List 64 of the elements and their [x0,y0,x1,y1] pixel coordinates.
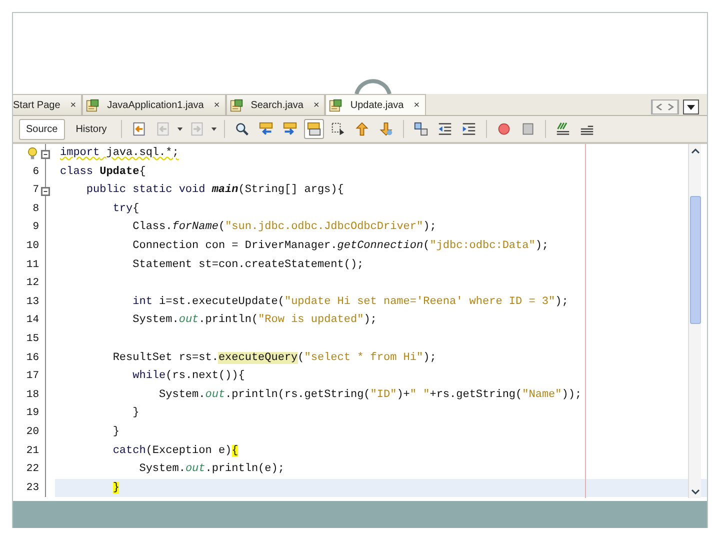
code-line: catch(Exception e){ [112,444,238,458]
code-line: while(rs.next()){ [132,369,245,384]
code-line: try{ [112,202,140,217]
line-number: 9 [32,220,39,236]
left-arrow-icon [258,122,273,136]
line-number: 23 [26,480,39,496]
indent-icon [462,122,476,136]
shapes-icon [414,122,428,136]
line-number: 19 [26,406,39,422]
stop-icon [520,122,535,136]
line-number: 8 [32,202,39,217]
line-number: 11 [26,258,39,273]
comment-icon [556,122,570,136]
code-line: } [132,406,140,422]
scrollbar[interactable] [688,144,701,498]
ring-drawing [354,79,392,94]
file-tab[interactable]: JavaApplication1.java × [82,94,226,115]
code-line: ResultSet rs=st.executeQuery("select * from Hi"); [112,350,436,366]
file-tab[interactable]: Update.java × [325,94,426,115]
close-icon[interactable]: × [68,98,78,112]
code-line: System.out.println(rs.getString("ID")+" "+rs.getString("Name")); [158,388,582,403]
line-number: 15 [26,332,39,347]
dropdown-icon [683,99,699,115]
view-tab[interactable]: Source [19,118,65,140]
down-arrow-icon [378,122,393,136]
outdent-icon [438,122,452,136]
window-icon [306,122,321,136]
view-tab[interactable]: History [68,118,114,140]
java-file-icon [86,98,100,112]
line-number: 12 [26,276,39,292]
file-tab[interactable]: Search.java × [226,94,326,115]
code-line: Class.forName("sun.jdbc.odbc.JdbcOdbcDriver"); [132,220,436,236]
java-file-icon [329,98,342,112]
code-line: System.out.println("Row is updated"); [132,313,377,328]
line-number: 20 [26,424,39,440]
close-icon[interactable]: × [312,98,322,112]
code-line: } [112,424,120,440]
record-icon [496,122,511,136]
line-number: 13 [26,294,39,310]
right-arrow-icon [282,122,297,136]
code-line: Statement st=con.createStatement(); [132,258,364,273]
selection-icon [330,122,345,136]
close-icon[interactable]: × [412,98,422,112]
line-number: 17 [26,369,39,384]
code-line: System.out.println(e); [138,462,284,478]
line-number: 10 [26,238,39,254]
search-icon [234,122,249,136]
line-number: 22 [26,462,39,478]
code-line: import java.sql.*; [59,146,179,161]
toolbar-button[interactable] [304,119,324,139]
line-number: 21 [26,444,39,458]
close-icon[interactable]: × [212,98,222,112]
line-number: 6 [32,164,39,180]
line-number: 7 [32,183,39,198]
code-line: public static void main(String[] args){ [85,183,344,198]
code-line: class Update{ [59,164,146,180]
code-line: Connection con = DriverManager.getConnection("jdbc:odbc:Data"); [132,238,549,254]
line-number: 14 [26,313,39,328]
line-number: 16 [26,350,39,366]
code-line: int i=st.executeUpdate("update Hi set name='Reena' where ID = 3"); [132,294,568,310]
file-tab[interactable]: Start Page × [13,94,82,115]
up-arrow-icon [354,122,369,136]
java-file-icon [230,98,243,112]
line-number: 18 [26,388,39,403]
